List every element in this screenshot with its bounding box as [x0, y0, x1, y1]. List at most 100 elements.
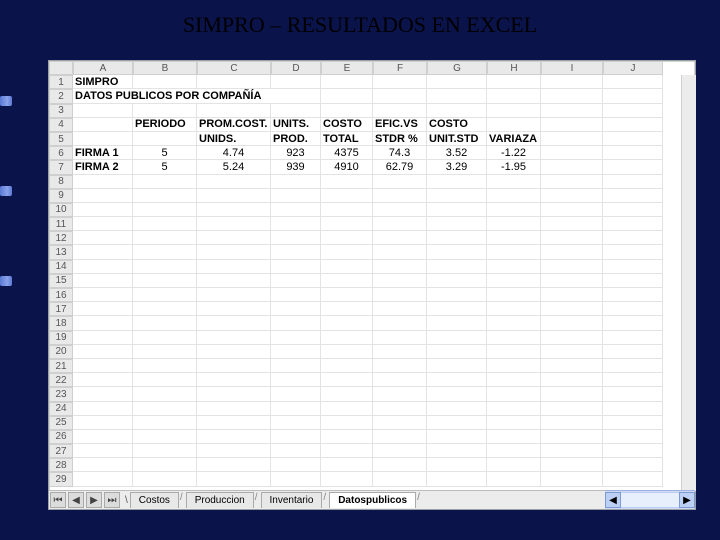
cell[interactable] [271, 387, 321, 401]
cell[interactable] [321, 288, 373, 302]
cell[interactable] [541, 316, 603, 330]
cell[interactable]: EFIC.VS [373, 118, 427, 132]
cell[interactable] [427, 359, 487, 373]
cell[interactable] [197, 260, 271, 274]
row-header[interactable]: 11 [49, 217, 73, 231]
cell[interactable] [541, 160, 603, 174]
cell[interactable] [197, 359, 271, 373]
cell[interactable] [133, 444, 197, 458]
cell[interactable] [603, 458, 663, 472]
cell[interactable] [487, 245, 541, 259]
cell[interactable] [321, 231, 373, 245]
cell[interactable] [73, 430, 133, 444]
cell[interactable]: PROD. [271, 132, 321, 146]
cell[interactable] [373, 373, 427, 387]
cell[interactable] [271, 231, 321, 245]
cell[interactable] [487, 373, 541, 387]
cell[interactable] [487, 444, 541, 458]
cell[interactable] [541, 189, 603, 203]
cell[interactable] [73, 316, 133, 330]
cell[interactable] [487, 203, 541, 217]
cell[interactable] [271, 104, 321, 118]
cell[interactable] [427, 260, 487, 274]
cell[interactable] [603, 302, 663, 316]
row-header[interactable]: 25 [49, 416, 73, 430]
cell[interactable] [541, 274, 603, 288]
cell[interactable] [373, 416, 427, 430]
cell[interactable] [73, 331, 133, 345]
cell[interactable] [373, 430, 427, 444]
cell[interactable] [271, 416, 321, 430]
cell[interactable] [321, 245, 373, 259]
sheet-tab[interactable]: Costos [130, 492, 179, 508]
cell[interactable] [541, 430, 603, 444]
cell[interactable] [73, 132, 133, 146]
cell[interactable] [427, 175, 487, 189]
tab-nav-prev[interactable]: ◀ [68, 492, 84, 508]
cell[interactable] [603, 160, 663, 174]
cell[interactable] [321, 104, 373, 118]
cell[interactable] [541, 387, 603, 401]
row-header[interactable]: 22 [49, 373, 73, 387]
cell[interactable] [541, 373, 603, 387]
cell[interactable]: PERIODO [133, 118, 197, 132]
cell[interactable] [73, 245, 133, 259]
cell[interactable] [197, 231, 271, 245]
cell[interactable] [271, 345, 321, 359]
cell[interactable] [603, 402, 663, 416]
cell[interactable] [603, 175, 663, 189]
cell[interactable] [271, 444, 321, 458]
cell[interactable] [603, 416, 663, 430]
row-header[interactable]: 28 [49, 458, 73, 472]
cell[interactable] [373, 231, 427, 245]
cell[interactable] [133, 175, 197, 189]
cell[interactable] [321, 387, 373, 401]
cell[interactable] [427, 274, 487, 288]
row-header[interactable]: 5 [49, 132, 73, 146]
cell[interactable] [73, 175, 133, 189]
cell[interactable] [373, 104, 427, 118]
cell[interactable]: 4910 [321, 160, 373, 174]
row-header[interactable]: 16 [49, 288, 73, 302]
cell[interactable] [373, 175, 427, 189]
cell[interactable]: 939 [271, 160, 321, 174]
cell[interactable] [133, 472, 197, 486]
row-header[interactable]: 18 [49, 316, 73, 330]
cell[interactable] [197, 331, 271, 345]
cell[interactable] [541, 302, 603, 316]
cell[interactable] [427, 75, 487, 89]
cell[interactable] [321, 189, 373, 203]
cell[interactable] [373, 458, 427, 472]
cell[interactable] [321, 217, 373, 231]
sheet-tab[interactable]: Inventario [261, 492, 323, 508]
cell[interactable] [133, 231, 197, 245]
cell[interactable] [603, 316, 663, 330]
cell[interactable] [487, 331, 541, 345]
cell[interactable] [73, 472, 133, 486]
cell[interactable] [133, 345, 197, 359]
column-header[interactable]: H [487, 61, 541, 75]
cell[interactable] [73, 444, 133, 458]
cell[interactable] [133, 104, 197, 118]
cell[interactable]: 74.3 [373, 146, 427, 160]
cell[interactable] [197, 104, 271, 118]
hscroll-right[interactable]: ▶ [679, 492, 695, 508]
cell[interactable] [271, 245, 321, 259]
cell[interactable] [321, 430, 373, 444]
cell[interactable] [373, 274, 427, 288]
cell[interactable] [321, 472, 373, 486]
cell[interactable] [197, 444, 271, 458]
cell[interactable] [373, 217, 427, 231]
cell[interactable] [427, 302, 487, 316]
cell[interactable] [271, 75, 321, 89]
cell[interactable] [427, 231, 487, 245]
cell[interactable] [487, 302, 541, 316]
cell[interactable]: -1.22 [487, 146, 541, 160]
cell[interactable] [427, 89, 487, 103]
column-header[interactable]: I [541, 61, 603, 75]
cell[interactable] [427, 416, 487, 430]
sheet-tab[interactable]: Datospublicos [329, 492, 416, 508]
cell[interactable] [73, 274, 133, 288]
cell[interactable]: -1.95 [487, 160, 541, 174]
row-header[interactable]: 24 [49, 402, 73, 416]
